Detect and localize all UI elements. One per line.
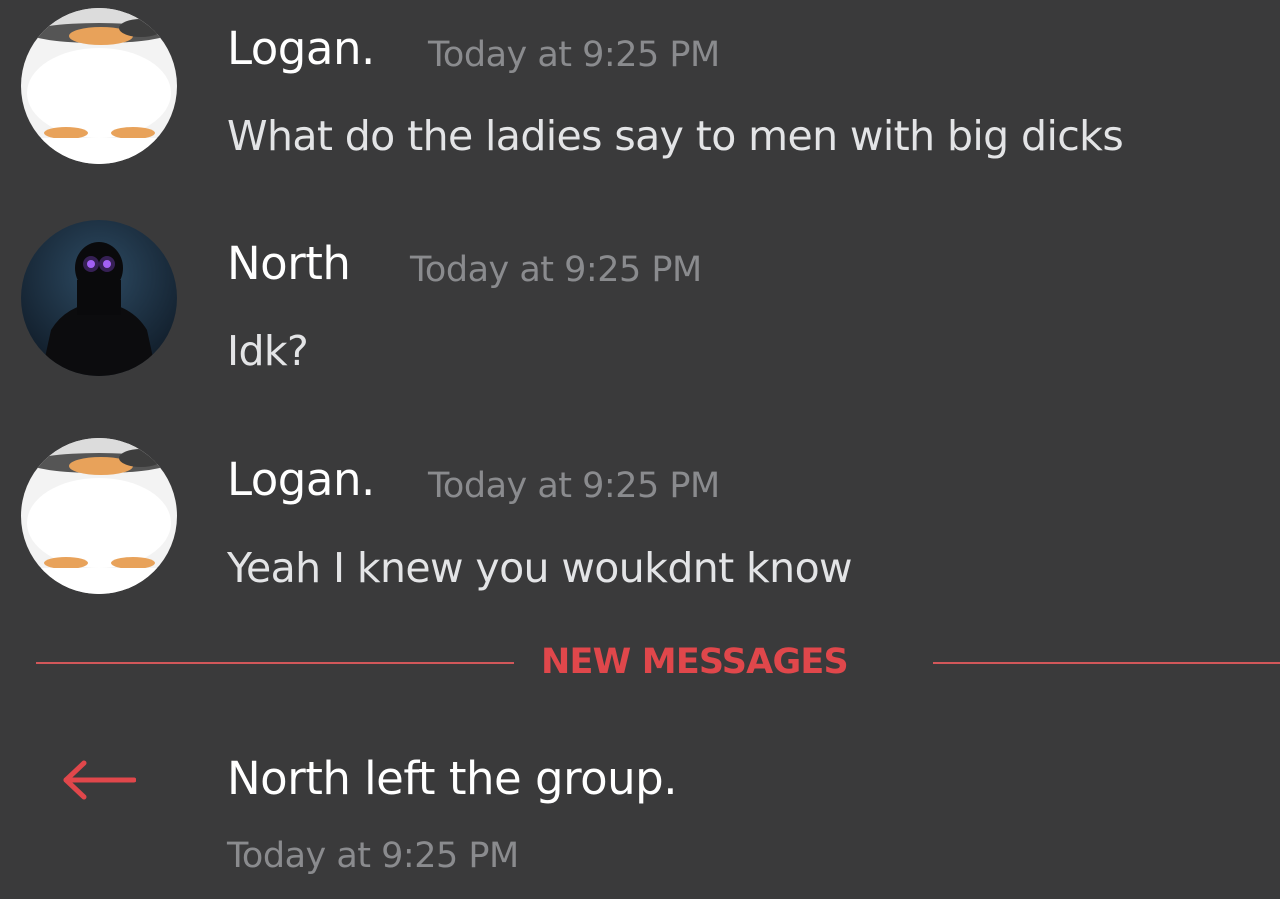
message-content: Yeah I knew you woukdnt know: [227, 544, 853, 592]
system-message-timestamp: Today at 9:25 PM: [227, 836, 519, 876]
user-avatar-dark-figure[interactable]: [21, 220, 177, 376]
chat-messages-pane: Logan. Today at 9:25 PM What do the ladi…: [0, 0, 1280, 899]
user-avatar-penguin[interactable]: [21, 8, 177, 164]
message-author[interactable]: Logan.: [227, 453, 375, 506]
message-author[interactable]: North: [227, 237, 351, 290]
penguin-avatar-image: [21, 438, 177, 594]
message-timestamp: Today at 9:25 PM: [428, 466, 720, 506]
message-timestamp: Today at 9:25 PM: [410, 250, 702, 290]
new-messages-divider-label: NEW MESSAGES: [541, 642, 849, 682]
system-message-text: North left the group.: [227, 752, 678, 805]
left-arrow-icon: [60, 760, 137, 804]
new-messages-divider-left: [36, 662, 514, 664]
message-content: What do the ladies say to men with big d…: [227, 112, 1124, 160]
penguin-avatar-image: [21, 8, 177, 164]
message-content: Idk?: [227, 327, 309, 375]
dark-figure-avatar-image: [21, 220, 177, 376]
message-author[interactable]: Logan.: [227, 22, 375, 75]
message-timestamp: Today at 9:25 PM: [428, 35, 720, 75]
user-avatar-penguin[interactable]: [21, 438, 177, 594]
new-messages-divider-right: [933, 662, 1280, 664]
